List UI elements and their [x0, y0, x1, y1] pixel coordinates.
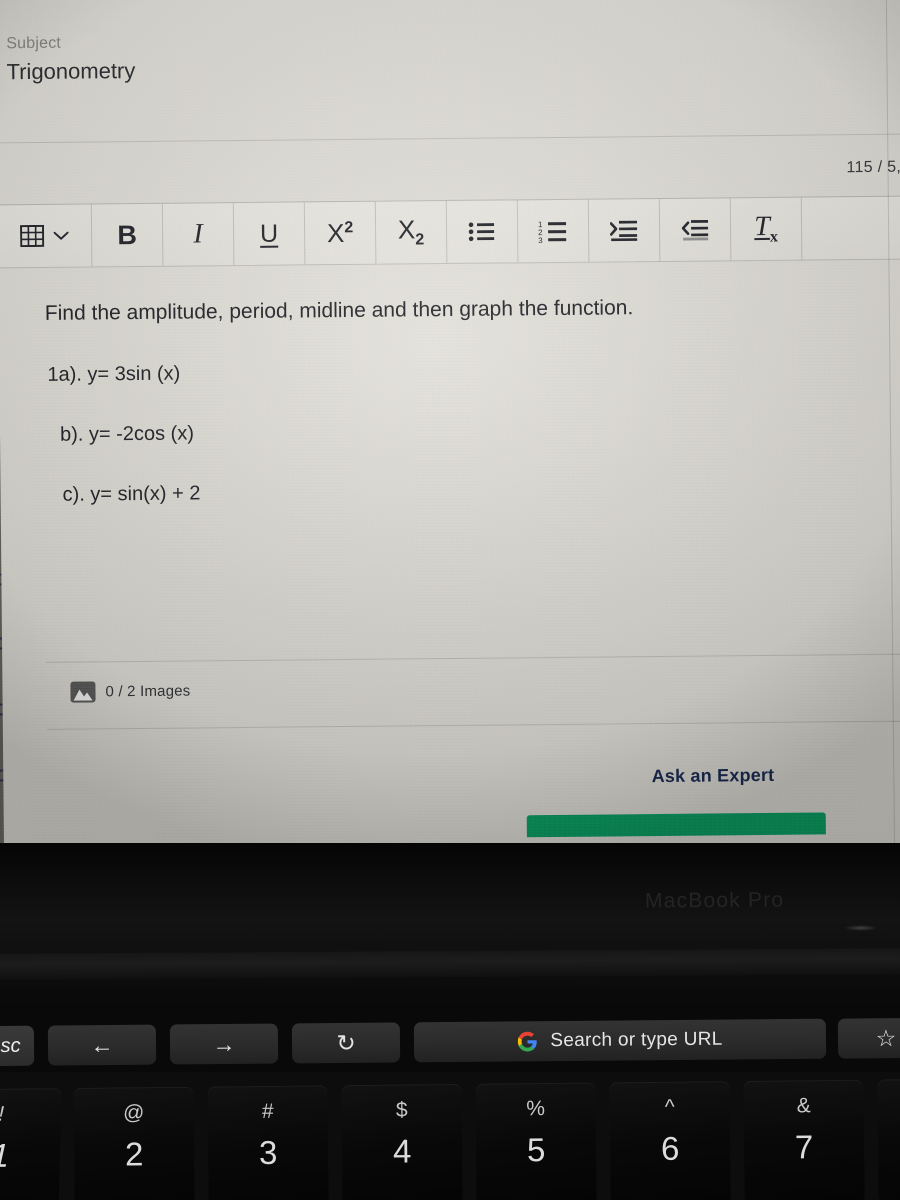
key-symbol: ^ [664, 1095, 675, 1119]
question-item-a: 1a). y= 3sin (x) [47, 362, 181, 386]
underline-icon: U [259, 219, 279, 248]
subscript-icon: X2 [397, 214, 425, 249]
key-symbol: % [526, 1097, 546, 1121]
key-5[interactable]: % 5 [475, 1082, 597, 1200]
decrease-indent-button[interactable] [659, 198, 732, 261]
key-digit: 3 [258, 1133, 278, 1172]
bold-icon: B [117, 219, 138, 250]
touchbar-back-button[interactable]: ← [47, 1024, 157, 1066]
key-symbol: @ [122, 1101, 145, 1125]
arrow-left-icon: ← [90, 1031, 114, 1058]
bezel-highlight [844, 925, 878, 931]
question-editor-card: Subject Trigonometry 115 / 5,00 B I U X2… [0, 0, 900, 848]
macbook-pro-logo: MacBook Pro [644, 888, 785, 913]
header-divider [0, 133, 900, 144]
table-button[interactable] [0, 204, 93, 268]
underline-button[interactable]: U [233, 202, 306, 266]
reload-icon: ↻ [336, 1029, 356, 1056]
formatting-toolbar: B I U X2 X2 1 2 3 Tx [0, 195, 900, 269]
laptop-hinge [0, 948, 900, 980]
touchbar-esc-key[interactable]: esc [0, 1025, 35, 1067]
touch-bar: esc ← → ↻ Search or type URL ☆ [0, 1008, 900, 1072]
laptop-bezel: MacBook Pro [0, 843, 900, 1015]
italic-button[interactable]: I [162, 203, 235, 266]
key-symbol: # [261, 1099, 274, 1124]
chevron-down-icon[interactable] [53, 231, 69, 241]
subscript-button[interactable]: X2 [375, 201, 448, 264]
key-symbol [878, 1092, 900, 1093]
increase-indent-icon [609, 219, 638, 242]
bulleted-list-icon [468, 221, 496, 243]
svg-text:3: 3 [538, 236, 543, 243]
key-digit: 4 [392, 1132, 412, 1170]
key-digit: 2 [124, 1135, 144, 1173]
bulleted-list-button[interactable] [446, 200, 519, 264]
bold-button[interactable]: B [91, 203, 164, 267]
touchbar-bookmark-button[interactable]: ☆ [837, 1017, 900, 1059]
key-symbol: $ [395, 1098, 408, 1122]
question-prompt: Find the amplitude, period, midline and … [44, 296, 634, 325]
subject-header: Subject Trigonometry [6, 33, 135, 88]
key-symbol: & [796, 1094, 811, 1118]
key-digit: 7 [794, 1128, 814, 1166]
question-item-c: c). y= sin(x) + 2 [62, 482, 201, 506]
image-icon [70, 681, 96, 703]
key-digit: 5 [526, 1131, 546, 1169]
superscript-button[interactable]: X2 [304, 201, 377, 265]
submit-button[interactable] [526, 812, 826, 838]
touchbar-url-field[interactable]: Search or type URL [413, 1018, 827, 1063]
subject-value[interactable]: Trigonometry [6, 55, 135, 88]
esc-label: esc [0, 1034, 21, 1057]
url-placeholder-text: Search or type URL [550, 1028, 723, 1052]
key-7[interactable]: & 7 [743, 1079, 865, 1200]
key-8-partial[interactable] [877, 1078, 900, 1200]
numbered-list-icon: 1 2 3 [538, 219, 568, 243]
image-count-label: 0 / 2 Images [105, 682, 191, 701]
key-digit: 6 [660, 1129, 680, 1167]
key-6[interactable]: ^ 6 [609, 1081, 731, 1200]
question-body[interactable]: Find the amplitude, period, midline and … [0, 258, 900, 663]
numbered-list-button[interactable]: 1 2 3 [517, 199, 590, 263]
table-icon [20, 224, 45, 248]
touchbar-reload-button[interactable]: ↻ [291, 1022, 401, 1064]
key-2[interactable]: @ 2 [73, 1086, 195, 1200]
google-logo-icon [517, 1031, 538, 1052]
superscript-icon: X2 [326, 218, 354, 249]
images-divider-bottom [46, 720, 900, 730]
ask-an-expert-label[interactable]: Ask an Expert [652, 765, 775, 787]
clear-formatting-icon: Tx [754, 210, 779, 246]
key-4[interactable]: $ 4 [341, 1083, 463, 1200]
italic-icon: I [193, 218, 203, 250]
key-3[interactable]: # 3 [207, 1085, 329, 1200]
character-counter: 115 / 5,00 [846, 158, 900, 177]
arrow-right-icon: → [212, 1030, 236, 1057]
keyboard-number-row: ! 1 @ 2 # 3 $ 4 % 5 ^ 6 & 7 [0, 1072, 900, 1200]
decrease-indent-icon [681, 219, 709, 241]
increase-indent-button[interactable] [588, 198, 661, 262]
key-1[interactable]: ! 1 [0, 1088, 62, 1200]
question-item-b: b). y= -2cos (x) [59, 422, 195, 446]
image-upload-row[interactable]: 0 / 2 Images [70, 681, 191, 703]
clear-formatting-button[interactable]: Tx [730, 197, 803, 261]
key-digit: 1 [0, 1136, 10, 1174]
star-icon: ☆ [875, 1024, 897, 1051]
laptop-screen-photo: F C C C C Subject Trigonometry 115 / 5,0… [0, 0, 900, 848]
key-digit [878, 1126, 900, 1127]
key-symbol: ! [0, 1102, 5, 1126]
touchbar-forward-button[interactable]: → [169, 1023, 279, 1065]
subject-label: Subject [6, 34, 62, 53]
